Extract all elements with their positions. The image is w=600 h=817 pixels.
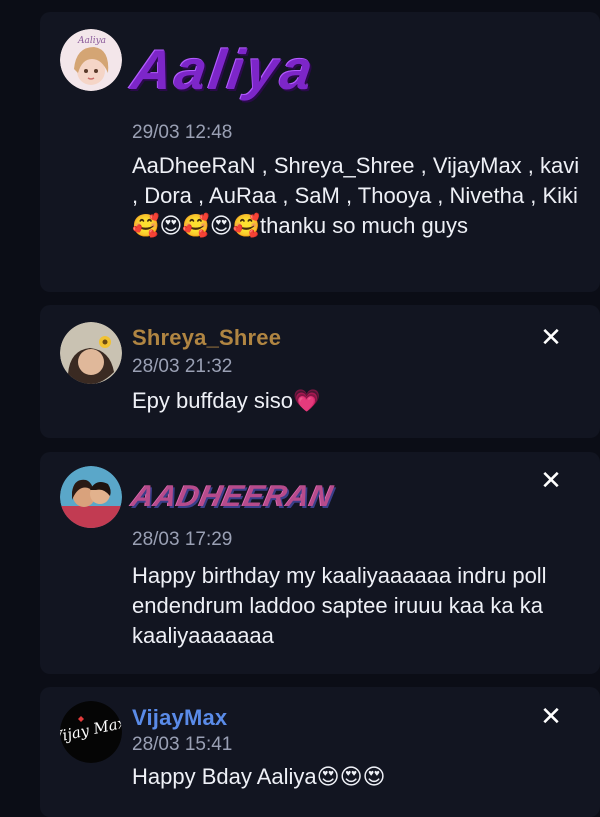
comment-text: AaDheeRaN , Shreya_Shree , VijayMax , ka… <box>132 153 580 238</box>
author-name[interactable]: Aaliya <box>128 38 320 101</box>
comment-timestamp: 29/03 12:48 <box>132 122 233 143</box>
comment-feed: Aaliya Aaliya 29/03 12:48 AaDheeRaN , Sh… <box>0 0 600 817</box>
author-name[interactable]: AADHEERAN <box>128 480 337 514</box>
comment-text: Happy Bday Aaliya😍😍😍 <box>132 764 386 789</box>
comment-timestamp: 28/03 17:29 <box>132 529 233 550</box>
close-icon[interactable]: ✕ <box>540 324 562 350</box>
aaliya-avatar-icon[interactable]: Aaliya <box>60 29 122 91</box>
comment-card: AADHEERAN 28/03 17:29 Happy birthday my … <box>40 452 600 674</box>
comment-card: Vijay Max VijayMax 28/03 15:41 Happy Bda… <box>40 687 600 817</box>
vijaymax-avatar-icon[interactable]: Vijay Max <box>60 701 122 763</box>
comment-text: Epy buffday siso💗 <box>132 388 321 413</box>
shreya-avatar-icon[interactable] <box>60 322 122 384</box>
comment-timestamp: 28/03 21:32 <box>132 356 233 377</box>
comment-card: Aaliya Aaliya 29/03 12:48 AaDheeRaN , Sh… <box>40 12 600 292</box>
author-name[interactable]: Shreya_Shree <box>132 325 281 351</box>
close-icon[interactable]: ✕ <box>540 703 562 729</box>
close-icon[interactable]: ✕ <box>540 467 562 493</box>
comment-text: Happy birthday my kaaliyaaaaaa indru pol… <box>132 563 547 648</box>
comment-timestamp: 28/03 15:41 <box>132 734 233 755</box>
author-name[interactable]: VijayMax <box>132 705 227 731</box>
avatar-signature: Aaliya <box>77 36 106 46</box>
couple-avatar-icon[interactable] <box>60 466 122 528</box>
comment-card: Shreya_Shree 28/03 21:32 Epy buffday sis… <box>40 305 600 438</box>
